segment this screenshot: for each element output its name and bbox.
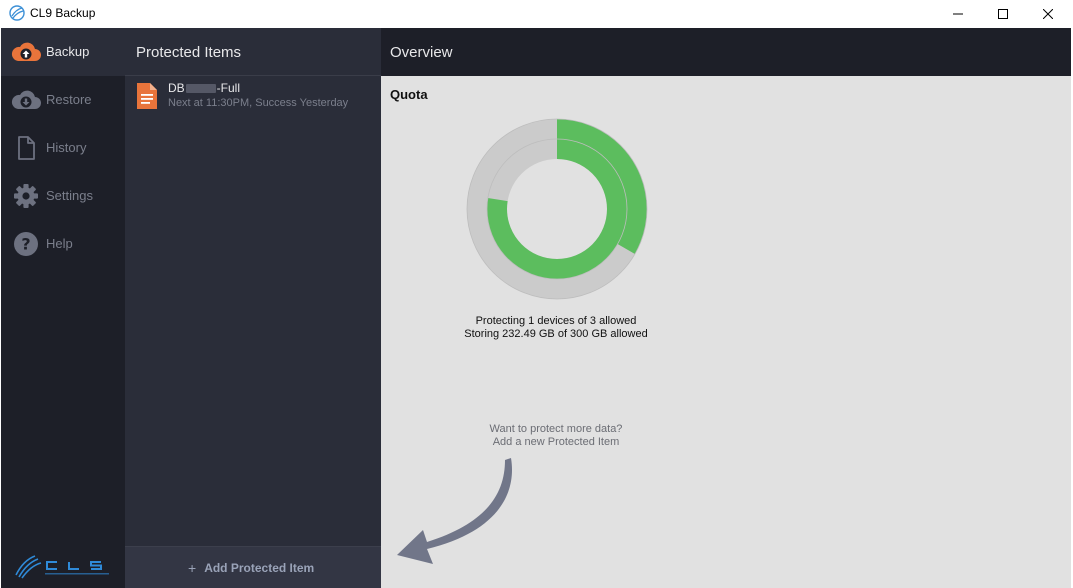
- storage-quota-text: Storing 232.49 GB of 300 GB allowed: [464, 328, 648, 340]
- close-icon: [1043, 9, 1053, 19]
- panel-title: Protected Items: [136, 44, 242, 61]
- overview-title: Overview: [390, 44, 453, 61]
- sidebar-item-backup[interactable]: Backup: [1, 28, 125, 76]
- gear-icon: [10, 183, 42, 209]
- minimize-icon: [953, 13, 963, 15]
- curved-arrow-icon: [397, 458, 513, 564]
- question-icon: ?: [10, 231, 42, 257]
- cloud-download-icon: [10, 87, 42, 113]
- sidebar-item-label: Settings: [46, 188, 93, 203]
- quota-label: Quota: [390, 87, 428, 102]
- devices-quota-text: Protecting 1 devices of 3 allowed: [475, 315, 637, 327]
- sidebar-item-label: Help: [46, 236, 73, 251]
- protected-item-name: DB -Full: [168, 81, 241, 95]
- add-protected-item-label: Add Protected Item: [204, 561, 315, 575]
- hint-line-2: Add a new Protected Item: [492, 436, 620, 448]
- maximize-icon: [998, 9, 1008, 19]
- plus-icon: +: [188, 560, 197, 576]
- sidebar-item-restore[interactable]: Restore: [1, 76, 125, 124]
- protected-item-status: Next at 11:30PM, Success Yesterday: [168, 97, 349, 109]
- window-title: CL9 Backup: [30, 6, 96, 20]
- protected-items-header: Protected Items: [125, 28, 381, 76]
- add-protected-item-link[interactable]: + Add Protected Item: [188, 561, 314, 575]
- company-logo: [15, 555, 109, 579]
- overview-header: Overview: [381, 28, 1071, 76]
- quota-stats: Protecting 1 devices of 3 allowed Storin…: [381, 315, 731, 341]
- sidebar-item-label: History: [46, 140, 87, 155]
- document-icon: [10, 135, 42, 161]
- quota-donut-chart: [466, 118, 648, 300]
- redacted-text: [185, 84, 216, 94]
- title-bar: CL9 Backup: [0, 0, 1073, 28]
- sidebar-nav: Backup Restore History Settings ? Help: [1, 28, 125, 588]
- protected-item-row[interactable]: DB -Full Next at 11:30PM, Success Yesterd…: [125, 76, 381, 118]
- sidebar-item-label: Backup: [46, 44, 90, 59]
- overview-panel: Quota Protecting 1 devices of 3 allowed …: [381, 76, 1071, 588]
- sidebar-item-history[interactable]: History: [1, 124, 125, 172]
- hint-line-1: Want to protect more data?: [489, 423, 623, 435]
- add-protected-item-button[interactable]: + Add Protected Item: [125, 546, 381, 588]
- svg-text:?: ?: [21, 235, 30, 254]
- file-icon: [137, 83, 157, 109]
- sidebar-item-label: Restore: [46, 92, 92, 107]
- minimize-button[interactable]: [935, 0, 981, 28]
- add-item-hint: Want to protect more data? Add a new Pro…: [381, 423, 731, 449]
- sidebar-item-help[interactable]: ? Help: [1, 220, 125, 268]
- protected-items-panel: Protected Items DB -Full Next at 11:30PM,…: [125, 28, 381, 588]
- maximize-button[interactable]: [980, 0, 1026, 28]
- app-logo-icon: [9, 5, 25, 21]
- sidebar-item-settings[interactable]: Settings: [1, 172, 125, 220]
- cloud-upload-icon: [10, 39, 42, 65]
- close-button[interactable]: [1025, 0, 1071, 28]
